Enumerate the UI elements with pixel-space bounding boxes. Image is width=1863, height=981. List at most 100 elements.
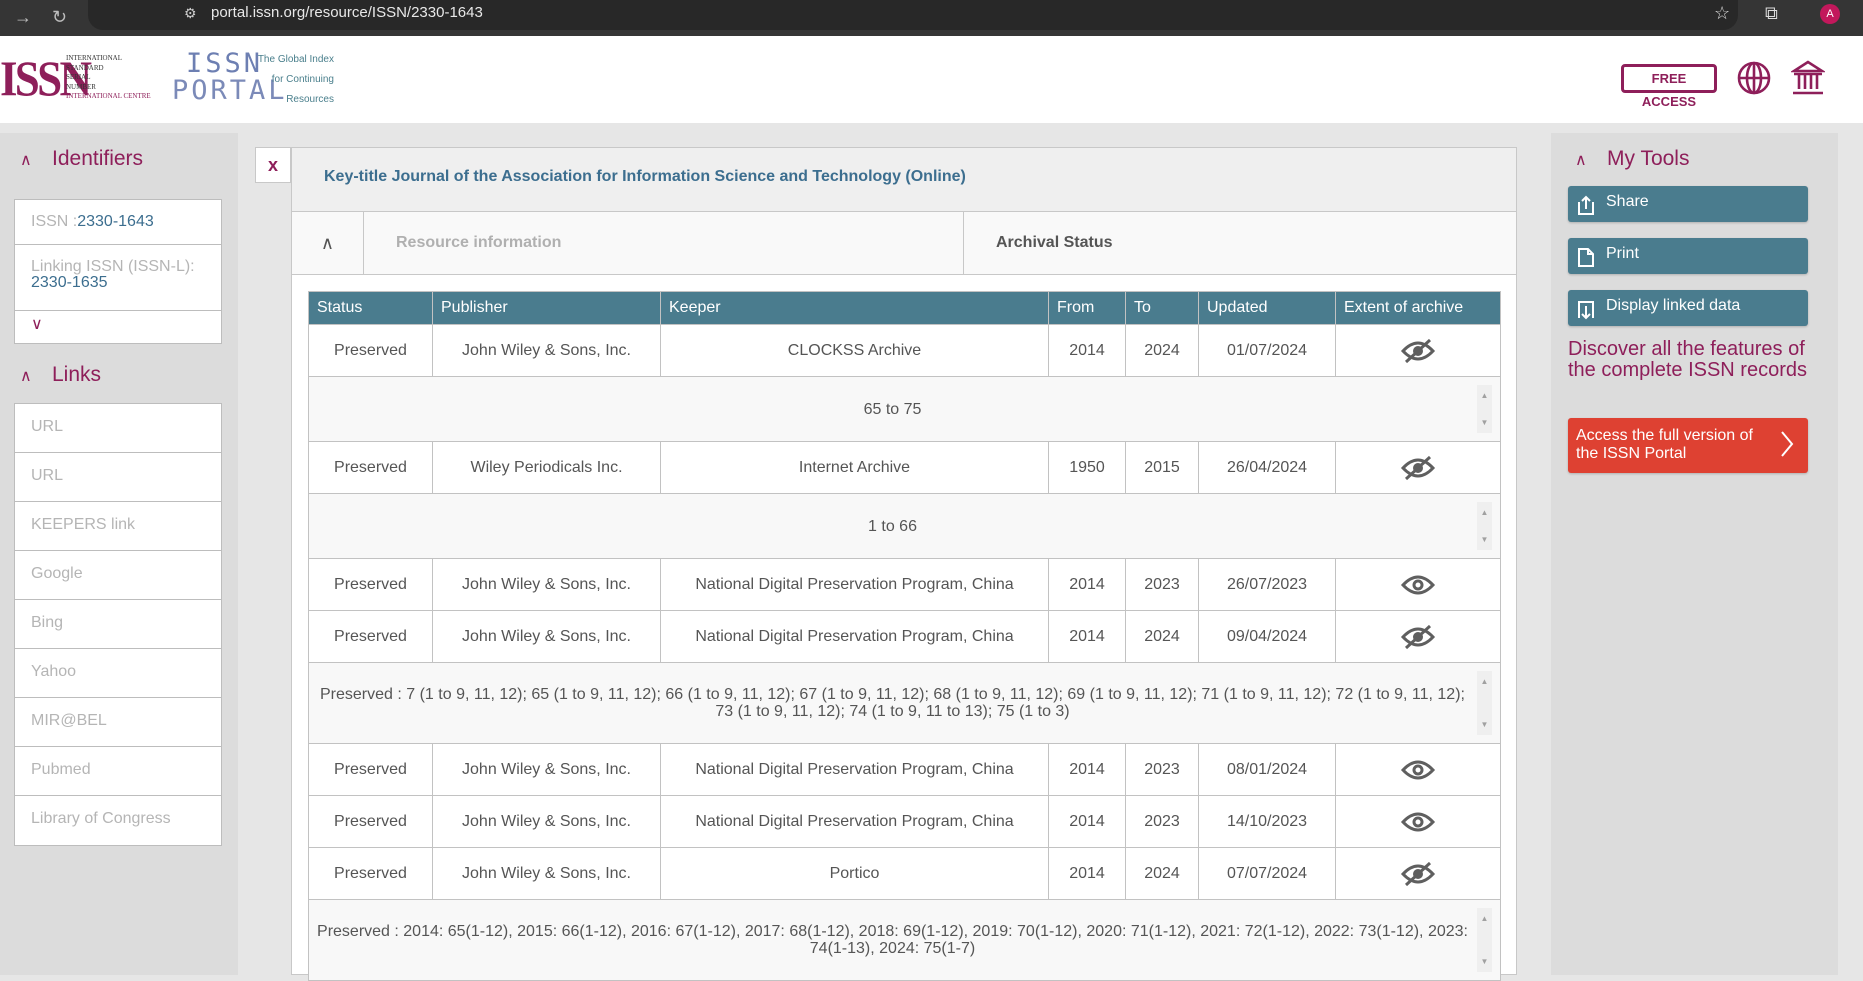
link-google[interactable]: Google xyxy=(15,551,221,600)
table-row: Preserved John Wiley & Sons, Inc. National… xyxy=(308,558,1501,611)
archive-table: Status Publisher Keeper From To Updated … xyxy=(308,291,1501,981)
my-tools-section-toggle[interactable]: ∧ My Tools xyxy=(1575,147,1689,171)
eye-slash-icon[interactable] xyxy=(1400,623,1436,651)
extent-detail[interactable]: Preserved : 7 (1 to 9, 11, 12); 65 (1 to… xyxy=(308,662,1501,744)
access-full-version-button[interactable]: Access the full version of the ISSN Port… xyxy=(1568,418,1808,473)
cell-extent-toggle[interactable] xyxy=(1335,441,1501,494)
eye-icon[interactable] xyxy=(1400,571,1436,599)
issn-identifier: ISSN :2330-1643 xyxy=(15,200,221,245)
eye-slash-icon[interactable] xyxy=(1400,454,1436,482)
forward-icon[interactable]: → xyxy=(14,0,32,36)
link-yahoo[interactable]: Yahoo xyxy=(15,649,221,698)
collapse-toggle[interactable]: ∧ xyxy=(292,212,364,274)
cell-extent-toggle[interactable] xyxy=(1335,558,1501,611)
cell-from: 2014 xyxy=(1048,558,1126,611)
detail-scrollbar[interactable]: ▲ ▼ xyxy=(1477,502,1492,550)
site-settings-icon[interactable]: ⚙ xyxy=(184,5,197,22)
reload-icon[interactable]: ↻ xyxy=(52,0,67,36)
scroll-up-arrow-icon[interactable]: ▲ xyxy=(1477,387,1492,404)
cell-keeper: National Digital Preservation Program, C… xyxy=(660,610,1049,663)
discover-features-text: Discover all the features of the complet… xyxy=(1568,338,1807,381)
cell-publisher: John Wiley & Sons, Inc. xyxy=(432,324,661,377)
download-data-icon xyxy=(1578,301,1594,320)
links-list: URL URL KEEPERS link Google Bing Yahoo M… xyxy=(14,403,222,846)
identifiers-section-toggle[interactable]: ∧ Identifiers xyxy=(20,147,143,171)
scroll-down-arrow-icon[interactable]: ▼ xyxy=(1477,531,1492,548)
show-more-identifiers[interactable]: ∨ xyxy=(15,311,221,343)
extent-detail[interactable]: 65 to 75 ▲ ▼ xyxy=(308,376,1501,442)
column-header-to: To xyxy=(1125,291,1199,325)
extent-detail-text: 1 to 66 xyxy=(868,517,917,535)
display-linked-data-button[interactable]: Display linked data xyxy=(1568,290,1808,326)
cell-extent-toggle[interactable] xyxy=(1335,743,1501,796)
link-pubmed[interactable]: Pubmed xyxy=(15,747,221,796)
link-library-of-congress[interactable]: Library of Congress xyxy=(15,796,221,845)
cell-keeper: CLOCKSS Archive xyxy=(660,324,1049,377)
cell-updated: 08/01/2024 xyxy=(1198,743,1336,796)
extent-detail[interactable]: 1 to 66 ▲ ▼ xyxy=(308,493,1501,559)
profile-avatar[interactable]: A xyxy=(1820,4,1840,24)
cell-extent-toggle[interactable] xyxy=(1335,795,1501,848)
eye-icon[interactable] xyxy=(1400,808,1436,836)
column-header-updated: Updated xyxy=(1198,291,1336,325)
share-icon xyxy=(1578,195,1594,215)
cell-keeper: National Digital Preservation Program, C… xyxy=(660,795,1049,848)
link-url[interactable]: URL xyxy=(15,404,221,453)
extent-detail[interactable]: Preserved : 2014: 65(1-12), 2015: 66(1-1… xyxy=(308,899,1501,981)
table-row: Preserved Wiley Periodicals Inc. Internet … xyxy=(308,441,1501,494)
cell-keeper: National Digital Preservation Program, C… xyxy=(660,558,1049,611)
cell-from: 2014 xyxy=(1048,743,1126,796)
chevron-up-icon: ∧ xyxy=(320,233,335,253)
cell-updated: 09/04/2024 xyxy=(1198,610,1336,663)
share-button[interactable]: Share xyxy=(1568,186,1808,222)
language-globe-icon[interactable] xyxy=(1737,61,1771,95)
cell-publisher: John Wiley & Sons, Inc. xyxy=(432,743,661,796)
detail-scrollbar[interactable]: ▲ ▼ xyxy=(1477,908,1492,972)
free-access-button[interactable]: FREE ACCESS xyxy=(1621,64,1717,109)
tab-archival-status[interactable]: Archival Status xyxy=(964,212,1112,274)
links-section-toggle[interactable]: ∧ Links xyxy=(20,363,101,387)
scroll-down-arrow-icon[interactable]: ▼ xyxy=(1477,716,1492,733)
url-text[interactable]: portal.issn.org/resource/ISSN/2330-1643 xyxy=(211,4,483,21)
extent-detail-row: 1 to 66 ▲ ▼ xyxy=(308,493,1501,559)
cell-extent-toggle[interactable] xyxy=(1335,610,1501,663)
link-bing[interactable]: Bing xyxy=(15,600,221,649)
cell-keeper: National Digital Preservation Program, C… xyxy=(660,743,1049,796)
close-record-button[interactable]: x xyxy=(255,147,291,183)
cell-to: 2024 xyxy=(1125,610,1199,663)
scroll-up-arrow-icon[interactable]: ▲ xyxy=(1477,910,1492,927)
scroll-down-arrow-icon[interactable]: ▼ xyxy=(1477,953,1492,970)
scroll-down-arrow-icon[interactable]: ▼ xyxy=(1477,414,1492,431)
eye-icon[interactable] xyxy=(1400,756,1436,784)
cell-status: Preserved xyxy=(308,324,433,377)
extent-detail-text: 65 to 75 xyxy=(863,400,922,418)
cell-updated: 14/10/2023 xyxy=(1198,795,1336,848)
scroll-up-arrow-icon[interactable]: ▲ xyxy=(1477,504,1492,521)
cell-extent-toggle[interactable] xyxy=(1335,324,1501,377)
column-header-publisher: Publisher xyxy=(432,291,661,325)
cell-extent-toggle[interactable] xyxy=(1335,847,1501,900)
extent-detail-text: Preserved : 7 (1 to 9, 11, 12); 65 (1 to… xyxy=(320,686,1465,720)
link-keepers[interactable]: KEEPERS link xyxy=(15,502,221,551)
institution-icon[interactable] xyxy=(1791,60,1825,96)
cell-from: 2014 xyxy=(1048,847,1126,900)
extensions-icon[interactable]: ⧉ xyxy=(1765,3,1778,24)
bookmark-star-icon[interactable]: ☆ xyxy=(1714,3,1730,24)
eye-slash-icon[interactable] xyxy=(1400,337,1436,365)
cell-to: 2024 xyxy=(1125,847,1199,900)
scroll-up-arrow-icon[interactable]: ▲ xyxy=(1477,673,1492,690)
eye-slash-icon[interactable] xyxy=(1400,860,1436,888)
cell-to: 2023 xyxy=(1125,558,1199,611)
tab-resource-information[interactable]: Resource information xyxy=(364,212,964,274)
link-mirabel[interactable]: MIR@BEL xyxy=(15,698,221,747)
identifiers-list: ISSN :2330-1643 Linking ISSN (ISSN-L): 2… xyxy=(14,199,222,344)
address-bar[interactable]: ⚙ portal.issn.org/resource/ISSN/2330-164… xyxy=(88,0,1738,30)
link-url[interactable]: URL xyxy=(15,453,221,502)
detail-scrollbar[interactable]: ▲ ▼ xyxy=(1477,671,1492,735)
print-button[interactable]: Print xyxy=(1568,238,1808,274)
chevron-right-icon xyxy=(1781,431,1794,457)
cell-publisher: John Wiley & Sons, Inc. xyxy=(432,558,661,611)
portal-tagline: The Global Index for Continuing Resource… xyxy=(257,54,334,105)
chevron-up-icon: ∧ xyxy=(20,152,32,169)
detail-scrollbar[interactable]: ▲ ▼ xyxy=(1477,385,1492,433)
